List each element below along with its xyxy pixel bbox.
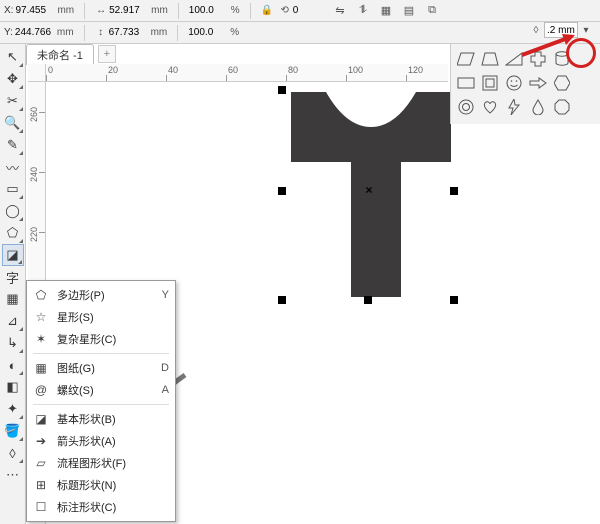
- spiral-icon: @: [33, 382, 49, 398]
- shape-edit-tool[interactable]: ✥: [2, 68, 24, 90]
- artistic-media-tool[interactable]: 〰: [2, 156, 24, 178]
- mirror-h-button[interactable]: ⇋: [330, 0, 350, 20]
- shape-rectangle[interactable]: [455, 72, 477, 94]
- order-button[interactable]: ▤: [399, 0, 419, 20]
- freehand-tool[interactable]: ✎: [2, 134, 24, 156]
- polygon-tool[interactable]: ⬠: [2, 222, 24, 244]
- shape-bevel[interactable]: [479, 72, 501, 94]
- basic-shapes-tool[interactable]: ◪: [2, 244, 24, 266]
- shape-drop[interactable]: [527, 96, 549, 118]
- handle-ml[interactable]: [278, 187, 286, 195]
- ruler-origin[interactable]: [28, 64, 46, 82]
- wrap-button[interactable]: ⧉: [422, 0, 442, 20]
- effects-tool[interactable]: ◐: [2, 354, 24, 376]
- shape-hexagon[interactable]: [551, 72, 573, 94]
- flyout-basic-shapes[interactable]: ◪基本形状(B): [27, 408, 175, 430]
- shape-lightning[interactable]: [503, 96, 525, 118]
- more-tool[interactable]: ⋯: [2, 464, 24, 486]
- zoom-tool[interactable]: 🔍: [2, 112, 24, 134]
- polygon-icon: ⬠: [33, 287, 49, 303]
- flyout-graph-paper[interactable]: ▦图纸(G)D: [27, 357, 175, 379]
- callout-icon: ☐: [33, 499, 49, 515]
- outline-tool[interactable]: ◊: [2, 442, 24, 464]
- ellipse-tool[interactable]: ◯: [2, 200, 24, 222]
- ruler-horizontal[interactable]: 0 20 40 60 80 100 120: [46, 64, 448, 82]
- rectangle-tool[interactable]: ▭: [2, 178, 24, 200]
- connector-tool[interactable]: ↳: [2, 332, 24, 354]
- shape-triangle[interactable]: [503, 48, 525, 70]
- align-buttons: ⇋ ⥮ ▦ ▤ ⧉: [330, 0, 442, 20]
- transparency-tool[interactable]: ◧: [2, 376, 24, 398]
- rotate-icon: ⟲: [279, 5, 291, 17]
- flyout-complex-star[interactable]: ✶复杂星形(C): [27, 328, 175, 350]
- toolbox: ↖ ✥ ✂ 🔍 ✎ 〰 ▭ ◯ ⬠ ◪ 字 ▦ ⊿ ↳ ◐ ◧ ✦ 🪣 ◊ ⋯: [0, 44, 26, 524]
- pick-tool[interactable]: ↖: [2, 46, 24, 68]
- center-marker[interactable]: ×: [364, 185, 374, 195]
- property-bar-row-1: X:97.455mm ↔52.917mm 100.0% 🔒 ⟲0 ⇋ ⥮ ▦ ▤…: [0, 0, 600, 22]
- fill-tool[interactable]: 🪣: [2, 420, 24, 442]
- tab-document-1[interactable]: 未命名 -1: [26, 44, 94, 65]
- graph-icon: ▦: [33, 360, 49, 376]
- handle-tl[interactable]: [278, 86, 286, 94]
- shape-picker-panel: [450, 44, 600, 124]
- width-value[interactable]: 52.917: [109, 5, 149, 16]
- shape-octagon[interactable]: [551, 96, 573, 118]
- y-label: Y:: [4, 27, 13, 38]
- shape-parallelogram[interactable]: [455, 48, 477, 70]
- width-icon: ↔: [95, 5, 107, 17]
- flyout-star[interactable]: ☆星形(S): [27, 306, 175, 328]
- document-tabs: 未命名 -1 +: [26, 44, 116, 64]
- angle-value[interactable]: 0: [293, 5, 333, 16]
- y-value[interactable]: 244.766: [15, 27, 55, 38]
- dimension-tool[interactable]: ⊿: [2, 310, 24, 332]
- shape-cross[interactable]: [527, 48, 549, 70]
- property-bar-row-2: Y:244.766mm ↕67.733mm 100.0%: [0, 22, 600, 44]
- flowchart-icon: ▱: [33, 455, 49, 471]
- handle-bl[interactable]: [278, 296, 286, 304]
- complex-star-icon: ✶: [33, 331, 49, 347]
- x-value[interactable]: 97.455: [15, 5, 55, 16]
- stroke-icon: ◊: [530, 24, 542, 36]
- flyout-spiral[interactable]: @螺纹(S)A: [27, 379, 175, 401]
- basic-shapes-icon: ◪: [33, 411, 49, 427]
- scale-x-value[interactable]: 100.0: [189, 5, 229, 16]
- flyout-flowchart-shapes[interactable]: ▱流程图形状(F): [27, 452, 175, 474]
- flyout-arrow-shapes[interactable]: ➔箭头形状(A): [27, 430, 175, 452]
- arrow-shapes-icon: ➔: [33, 433, 49, 449]
- height-icon: ↕: [95, 27, 107, 39]
- flyout-title-shapes[interactable]: ⊞标题形状(N): [27, 474, 175, 496]
- star-icon: ☆: [33, 309, 49, 325]
- handle-bm[interactable]: [364, 296, 372, 304]
- mirror-v-button[interactable]: ⥮: [353, 0, 373, 20]
- shape-heart[interactable]: [479, 96, 501, 118]
- flyout-polygon[interactable]: ⬠多边形(P)Y: [27, 284, 175, 306]
- crop-tool[interactable]: ✂: [2, 90, 24, 112]
- shape-arrow-right[interactable]: [527, 72, 549, 94]
- shape-trapezoid[interactable]: [479, 48, 501, 70]
- x-label: X:: [4, 5, 13, 16]
- scale-y-value[interactable]: 100.0: [188, 27, 228, 38]
- eyedropper-tool[interactable]: ✦: [2, 398, 24, 420]
- handle-br[interactable]: [450, 296, 458, 304]
- title-shapes-icon: ⊞: [33, 477, 49, 493]
- new-tab-button[interactable]: +: [98, 45, 116, 63]
- lock-icon[interactable]: 🔒: [261, 5, 273, 17]
- shape-smiley[interactable]: [503, 72, 525, 94]
- table-tool[interactable]: ▦: [2, 288, 24, 310]
- shape-cylinder[interactable]: [551, 48, 573, 70]
- text-tool[interactable]: 字: [2, 266, 24, 288]
- flyout-callout-shapes[interactable]: ☐标注形状(C): [27, 496, 175, 518]
- handle-mr[interactable]: [450, 187, 458, 195]
- shape-flyout-menu: ⬠多边形(P)Y ☆星形(S) ✶复杂星形(C) ▦图纸(G)D @螺纹(S)A…: [26, 280, 176, 522]
- stroke-dropdown-icon[interactable]: ▾: [580, 24, 592, 36]
- align-button[interactable]: ▦: [376, 0, 396, 20]
- shape-ring[interactable]: [455, 96, 477, 118]
- stroke-width-input[interactable]: [544, 22, 578, 38]
- height-value[interactable]: 67.733: [109, 27, 149, 38]
